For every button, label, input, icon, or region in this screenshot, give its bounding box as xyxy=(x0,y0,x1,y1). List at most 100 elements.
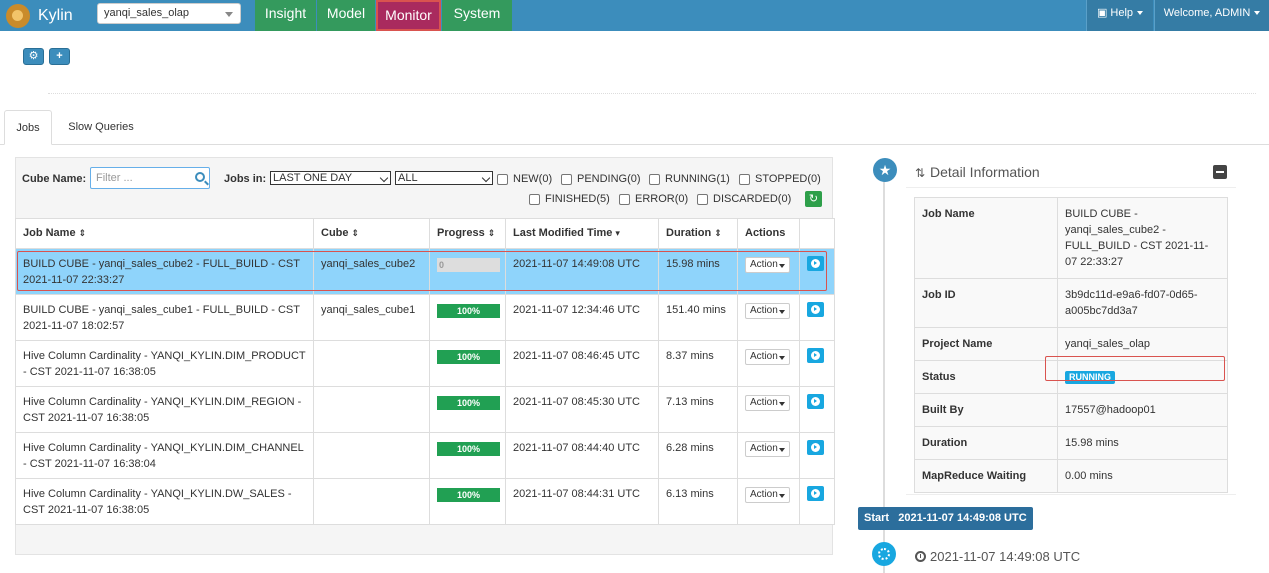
modified-cell: 2021-11-07 08:44:40 UTC xyxy=(505,432,659,479)
duration-cell: 6.28 mins xyxy=(658,432,738,479)
job-name-cell: BUILD CUBE - yanqi_sales_cube1 - FULL_BU… xyxy=(15,294,314,341)
jobs-in-label: Jobs in: xyxy=(224,173,267,185)
cube-cell xyxy=(313,432,430,479)
detail-value: 3b9dc11d-e9a6-fd07-0d65-a005bc7dd3a7 xyxy=(1065,289,1198,317)
col-duration[interactable]: Duration ⇕ xyxy=(658,218,738,249)
col-last-modified[interactable]: Last Modified Time ▾ xyxy=(505,218,659,249)
collapse-button[interactable] xyxy=(1213,165,1227,179)
arrow-right-circle-icon[interactable] xyxy=(807,440,824,455)
add-button[interactable]: + xyxy=(49,48,70,65)
progress-label: 100% xyxy=(456,444,481,454)
status-checkbox-running[interactable]: RUNNING(1) xyxy=(649,173,730,185)
progress-bar: 100% xyxy=(437,442,500,456)
kylin-logo-icon xyxy=(6,3,30,28)
status-checkbox-error[interactable]: ERROR(0) xyxy=(619,193,688,205)
status-label: FINISHED(5) xyxy=(545,193,610,205)
clock-icon xyxy=(915,551,926,562)
arrow-right-circle-icon[interactable] xyxy=(807,302,824,317)
action-dropdown-button[interactable]: Action xyxy=(745,487,790,503)
actions-cell: Action xyxy=(737,294,800,341)
job-name-cell: Hive Column Cardinality - YANQI_KYLIN.DI… xyxy=(15,340,314,387)
sort-amount-icon: ⇅ xyxy=(915,166,926,180)
detail-key: Job ID xyxy=(914,278,1058,328)
action-dropdown-button[interactable]: Action xyxy=(745,349,790,365)
detail-table: Job Name BUILD CUBE - yanqi_sales_cube2 -… xyxy=(914,197,1228,493)
col-progress[interactable]: Progress ⇕ xyxy=(429,218,506,249)
progress-bar: 100% xyxy=(437,350,500,364)
table-row[interactable]: Hive Column Cardinality - YANQI_KYLIN.DI… xyxy=(15,340,835,387)
arrow-right-circle-icon[interactable] xyxy=(807,486,824,501)
tab-slow-queries[interactable]: Slow Queries xyxy=(58,110,144,145)
action-dropdown-button[interactable]: Action xyxy=(745,303,790,319)
action-dropdown-button[interactable]: Action xyxy=(745,395,790,411)
status-checkbox-new[interactable]: NEW(0) xyxy=(497,173,552,185)
cube-name-placeholder: Filter ... xyxy=(96,172,133,184)
cube-name-label: Cube Name: xyxy=(22,173,87,185)
checkbox[interactable] xyxy=(649,173,660,185)
detail-row: Job Name BUILD CUBE - yanqi_sales_cube2 -… xyxy=(914,197,1228,279)
job-name-cell: Hive Column Cardinality - YANQI_KYLIN.DW… xyxy=(15,478,314,525)
tab-system[interactable]: System xyxy=(442,0,512,31)
action-dropdown-button[interactable]: Action xyxy=(745,441,790,457)
table-row[interactable]: Hive Column Cardinality - YANQI_KYLIN.DW… xyxy=(15,478,835,525)
header-label: Last Modified Time xyxy=(513,227,613,239)
checkbox[interactable] xyxy=(529,193,540,205)
progress-cell: 100% xyxy=(429,478,506,525)
top-navbar: Kylin yanqi_sales_olap Insight Model Mon… xyxy=(0,0,1269,31)
progress-bar: 100% xyxy=(437,488,500,502)
settings-button[interactable]: ⚙ xyxy=(23,48,44,65)
page-tabs: Jobs Slow Queries xyxy=(0,110,1269,145)
detail-key: MapReduce Waiting xyxy=(914,459,1058,493)
detail-key: Job Name xyxy=(914,197,1058,279)
project-select[interactable]: yanqi_sales_olap xyxy=(97,3,241,24)
tab-monitor[interactable]: Monitor xyxy=(376,0,441,31)
modified-cell: 2021-11-07 12:34:46 UTC xyxy=(505,294,659,341)
status-checkbox-discarded[interactable]: DISCARDED(0) xyxy=(697,193,791,205)
status-checkbox-stopped[interactable]: STOPPED(0) xyxy=(739,173,821,185)
col-cube[interactable]: Cube ⇕ xyxy=(313,218,430,249)
time-range-select[interactable]: LAST ONE DAY xyxy=(270,171,391,185)
tab-jobs[interactable]: Jobs xyxy=(4,110,52,145)
tab-model[interactable]: Model xyxy=(317,0,375,31)
arrow-right-circle-icon[interactable] xyxy=(807,348,824,363)
go-cell xyxy=(799,478,835,525)
chevron-down-icon xyxy=(481,173,491,183)
header-label: Cube xyxy=(321,227,349,239)
checkbox[interactable] xyxy=(619,193,630,205)
spinner-icon xyxy=(872,542,896,566)
table-row[interactable]: Hive Column Cardinality - YANQI_KYLIN.DI… xyxy=(15,386,835,433)
user-menu[interactable]: Welcome, ADMIN xyxy=(1154,0,1269,31)
detail-key: Status xyxy=(914,360,1058,394)
checkbox[interactable] xyxy=(561,173,572,185)
refresh-button[interactable]: ↻ xyxy=(805,191,822,207)
book-icon: ▣ xyxy=(1096,7,1108,19)
job-name-cell: Hive Column Cardinality - YANQI_KYLIN.DI… xyxy=(15,386,314,433)
cube-name-input[interactable]: Filter ... xyxy=(90,167,210,189)
status-checkbox-pending[interactable]: PENDING(0) xyxy=(561,173,641,185)
detail-title-text: Detail Information xyxy=(930,164,1040,180)
sort-desc-icon: ▾ xyxy=(615,228,620,238)
table-row[interactable]: Hive Column Cardinality - YANQI_KYLIN.DI… xyxy=(15,432,835,479)
go-cell xyxy=(799,386,835,433)
checkbox[interactable] xyxy=(497,173,508,185)
status-checkbox-finished[interactable]: FINISHED(5) xyxy=(529,193,610,205)
brand[interactable]: Kylin xyxy=(6,3,73,28)
actions-cell: Action xyxy=(737,478,800,525)
detail-row: Built By 17557@hadoop01 xyxy=(914,393,1228,427)
chevron-down-icon xyxy=(225,12,233,17)
checkbox[interactable] xyxy=(739,173,750,185)
help-menu[interactable]: ▣ Help xyxy=(1086,0,1153,31)
start-label: Start xyxy=(864,512,890,524)
arrow-right-circle-icon[interactable] xyxy=(807,394,824,409)
col-job-name[interactable]: Job Name ⇕ xyxy=(15,218,314,249)
table-row[interactable]: BUILD CUBE - yanqi_sales_cube1 - FULL_BU… xyxy=(15,294,835,341)
job-type-select[interactable]: ALL xyxy=(395,171,493,185)
search-icon[interactable] xyxy=(195,172,205,182)
tab-insight[interactable]: Insight xyxy=(255,0,316,31)
checkbox[interactable] xyxy=(697,193,708,205)
status-label: NEW(0) xyxy=(513,173,553,185)
go-cell xyxy=(799,340,835,387)
detail-value-cell: BUILD CUBE - yanqi_sales_cube2 - FULL_BU… xyxy=(1057,197,1228,279)
progress-label: 100% xyxy=(456,352,481,362)
header-label: Progress xyxy=(437,227,485,239)
